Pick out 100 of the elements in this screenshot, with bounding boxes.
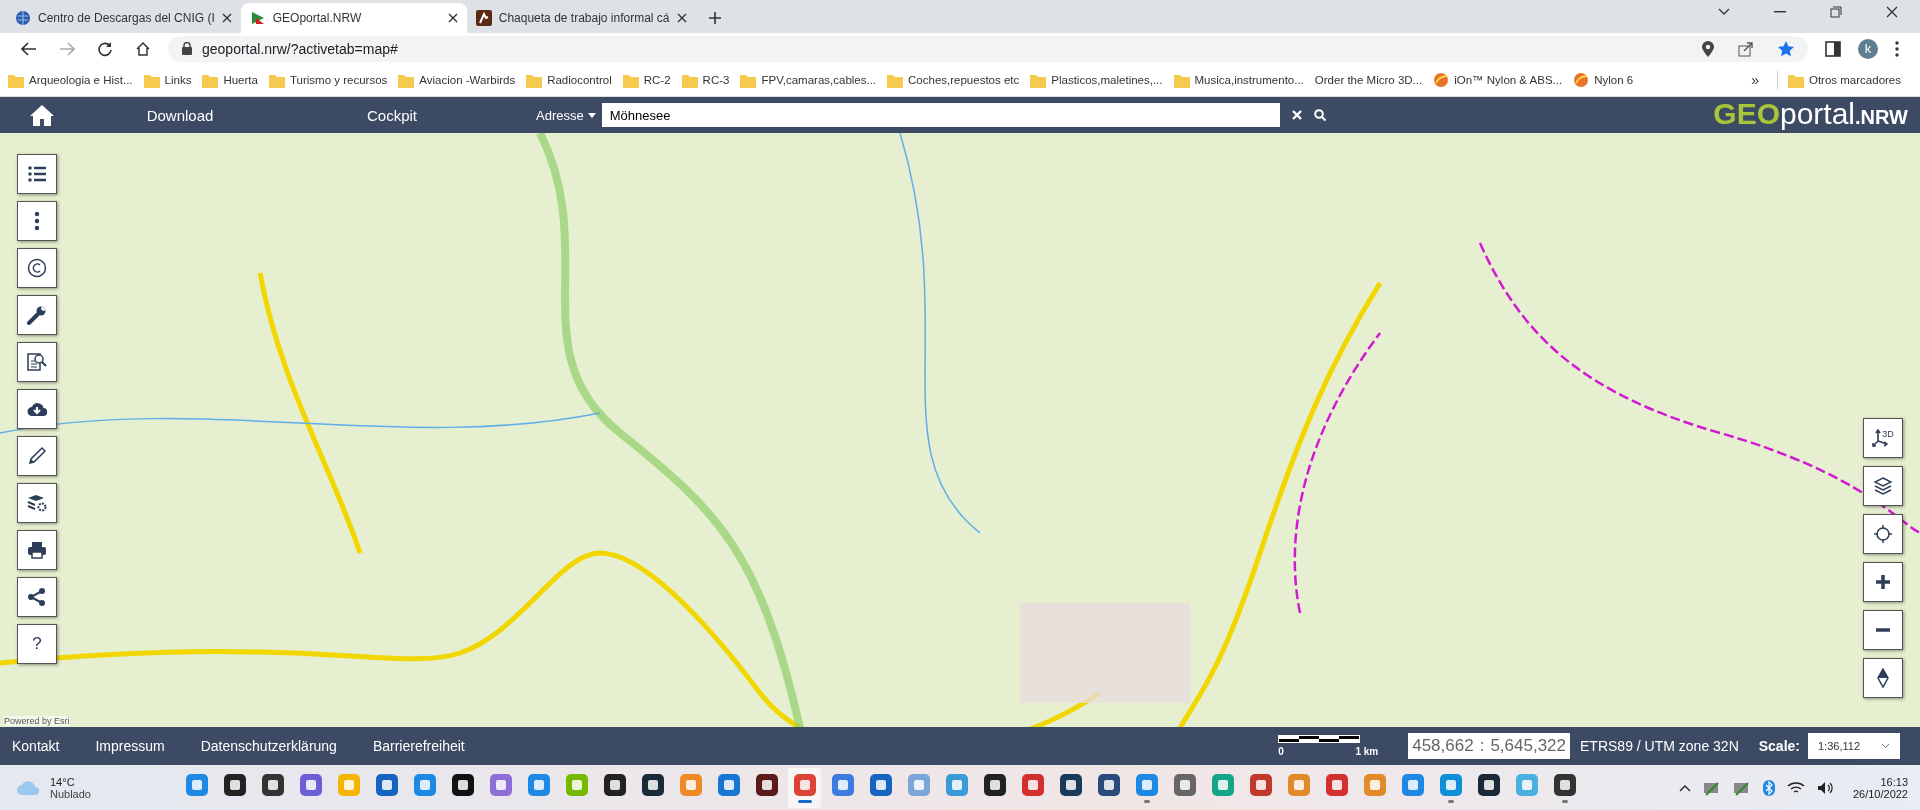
map-tool-button[interactable]	[17, 342, 57, 382]
app-icon	[488, 772, 513, 797]
maximize-icon[interactable]	[1830, 5, 1842, 18]
map-control-button[interactable]	[1863, 610, 1903, 650]
printer-icon	[27, 540, 47, 560]
layers-settings-icon	[27, 493, 47, 513]
map-tool-button[interactable]	[17, 201, 57, 241]
bookmark[interactable]: Coches,repuestos etc	[887, 72, 1024, 88]
app-icon	[1210, 772, 1235, 797]
browser-tab[interactable]: GEOportal.NRW	[240, 3, 467, 33]
bookmark[interactable]: Arqueologia e Hist...	[8, 72, 137, 88]
close-icon[interactable]	[676, 13, 687, 23]
map-control-button[interactable]	[1863, 658, 1903, 698]
back-icon[interactable]	[21, 41, 37, 56]
bookmark[interactable]: Order the Micro 3D...	[1314, 74, 1427, 86]
menu-icon[interactable]	[1895, 40, 1899, 57]
map-tool-button[interactable]	[17, 154, 57, 194]
app-icon	[222, 772, 247, 797]
chevron-down-icon[interactable]	[1718, 7, 1730, 16]
app-icon	[1438, 772, 1463, 797]
clock[interactable]: 16:13 26/10/2022	[1852, 775, 1908, 800]
folder-icon	[740, 72, 757, 88]
share-icon[interactable]	[1738, 40, 1754, 57]
footer-link[interactable]: Kontakt	[12, 738, 60, 754]
footer-link[interactable]: Impressum	[95, 738, 165, 754]
bookmark[interactable]: iOn™ Nylon & ABS...	[1433, 72, 1567, 88]
3d-view-button[interactable]: 3D	[1863, 418, 1903, 458]
help-button[interactable]: ?	[17, 624, 57, 664]
home-icon[interactable]	[135, 40, 151, 57]
app-icon	[792, 772, 817, 797]
footer-link[interactable]: Barrierefreiheit	[372, 738, 465, 754]
app-icon	[260, 772, 285, 797]
app-icon	[678, 772, 703, 797]
home-icon[interactable]	[30, 104, 54, 126]
chevron-down-icon	[1881, 743, 1890, 749]
map-control-button[interactable]	[1863, 466, 1903, 506]
app-icon	[830, 772, 855, 797]
search-mode-dropdown[interactable]: Adresse	[536, 107, 596, 123]
location-pin-icon[interactable]	[1702, 40, 1714, 57]
app-icon	[1476, 772, 1501, 797]
bookmark[interactable]: Plasticos,maletines,...	[1030, 72, 1167, 88]
app-icon	[1286, 772, 1311, 797]
browser-tab[interactable]: Centro de Descargas del CNIG (I	[6, 3, 241, 33]
app-icon	[602, 772, 627, 797]
map-control-button[interactable]	[1863, 562, 1903, 602]
search-icon[interactable]	[1313, 109, 1326, 121]
nav-link[interactable]: Cockpit	[286, 106, 498, 124]
bluetooth-icon[interactable]	[1762, 779, 1775, 796]
profile-avatar[interactable]: k	[1858, 38, 1878, 59]
coordinate-y: 5,645,322	[1490, 736, 1566, 756]
search-field[interactable]: Möhnesee	[601, 103, 1280, 127]
bookmark[interactable]: Links	[143, 72, 196, 88]
side-panel-icon[interactable]	[1825, 40, 1841, 57]
map-tool-button[interactable]	[17, 389, 57, 429]
bookmark[interactable]: Radiocontrol	[526, 72, 616, 88]
bookmark[interactable]: Musica,instrumento...	[1173, 72, 1308, 88]
map-tool-button[interactable]	[17, 530, 57, 570]
minimize-icon[interactable]	[1774, 10, 1786, 13]
address-bar[interactable]: geoportal.nrw/?activetab=map#	[168, 35, 1808, 62]
bookmark[interactable]: Otros marcadores	[1787, 72, 1905, 88]
weather-widget[interactable]: 14°C Nublado	[16, 775, 180, 800]
app-icon	[982, 772, 1007, 797]
bookmark[interactable]: Turismo y recursos	[268, 72, 392, 88]
map-control-button[interactable]	[1863, 514, 1903, 554]
folder-icon	[1030, 72, 1047, 88]
close-icon[interactable]	[447, 13, 458, 23]
folder-icon	[202, 72, 219, 88]
map-tool-button[interactable]	[17, 248, 57, 288]
volume-icon[interactable]	[1816, 780, 1835, 795]
clear-icon[interactable]	[1291, 110, 1302, 120]
map-tool-button[interactable]	[17, 577, 57, 617]
bookmark[interactable]: RC-2	[622, 72, 675, 88]
layers-icon	[1873, 476, 1893, 496]
bookmark[interactable]: Huerta	[202, 72, 262, 88]
bookmark[interactable]: FPV,camaras,cables...	[740, 72, 881, 88]
footer-link[interactable]: Datenschutzerklärung	[200, 738, 337, 754]
chevron-up-icon[interactable]	[1678, 783, 1691, 792]
app-icon	[754, 772, 779, 797]
close-icon[interactable]	[1886, 5, 1898, 18]
close-icon[interactable]	[221, 13, 232, 23]
coordinate-separator: :	[1479, 736, 1485, 756]
map-tool-button[interactable]	[17, 483, 57, 523]
wifi-icon[interactable]	[1786, 780, 1805, 795]
map-tool-button[interactable]	[17, 295, 57, 335]
plus-icon[interactable]	[707, 11, 722, 25]
browser-tab[interactable]: Chaqueta de trabajo informal cá	[466, 3, 696, 33]
document-search-icon	[27, 352, 47, 372]
star-icon[interactable]	[1778, 40, 1794, 57]
bookmark[interactable]: Aviacion -Warbirds	[398, 72, 520, 88]
folder-icon	[8, 72, 24, 88]
map-tool-button[interactable]	[17, 436, 57, 476]
reload-icon[interactable]	[97, 40, 113, 57]
bookmark[interactable]: RC-3	[681, 72, 734, 88]
nav-link[interactable]: Download	[74, 106, 286, 124]
folder-icon	[526, 72, 543, 88]
bookmark[interactable]: Nylon 6	[1573, 72, 1638, 88]
app-icon	[1058, 772, 1083, 797]
scale-dropdown[interactable]: 1:36,112	[1808, 733, 1900, 759]
more-bookmarks-button[interactable]: »	[1743, 72, 1767, 88]
app-icon	[906, 772, 931, 797]
